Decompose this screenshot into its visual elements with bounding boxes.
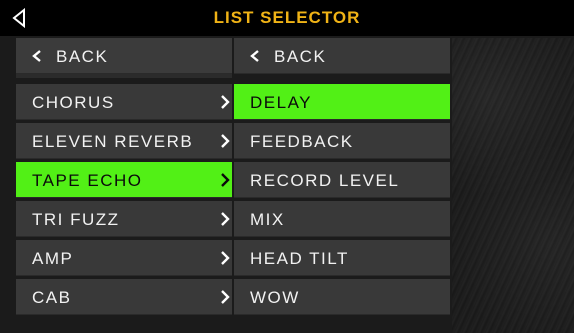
chevron-right-icon: [221, 173, 230, 187]
chevron-left-icon: [32, 50, 41, 62]
list-item-eleven-reverb[interactable]: ELEVEN REVERB: [16, 123, 232, 159]
list-selector-screen: LIST SELECTOR BACK CHORUS ELEVEN REVERB …: [0, 0, 574, 333]
list-item-chorus[interactable]: CHORUS: [16, 84, 232, 120]
list-item-wow[interactable]: WOW: [234, 279, 450, 315]
list-item-label: CAB: [32, 288, 72, 307]
list-item-label: MIX: [250, 210, 285, 229]
back-label: BACK: [274, 47, 327, 66]
chevron-right-icon: [221, 95, 230, 109]
list-item-delay[interactable]: DELAY: [234, 84, 450, 120]
list-item-tri-fuzz[interactable]: TRI FUZZ: [16, 201, 232, 237]
list-item-amp[interactable]: AMP: [16, 240, 232, 276]
list-item-tape-echo[interactable]: TAPE ECHO: [16, 162, 232, 198]
back-button[interactable]: BACK: [16, 38, 232, 74]
list-item-label: HEAD TILT: [250, 249, 349, 268]
list-item-label: AMP: [32, 249, 74, 268]
list-item-label: TRI FUZZ: [32, 210, 120, 229]
chevron-right-icon: [221, 251, 230, 265]
list-item-feedback[interactable]: FEEDBACK: [234, 123, 450, 159]
chevron-left-icon: [250, 50, 259, 62]
back-label: BACK: [56, 47, 109, 66]
list-item-label: DELAY: [250, 93, 312, 112]
back-button[interactable]: BACK: [234, 38, 450, 74]
list-item-head-tilt[interactable]: HEAD TILT: [234, 240, 450, 276]
page-title: LIST SELECTOR: [213, 8, 361, 27]
divider: [16, 74, 232, 78]
chevron-right-icon: [221, 134, 230, 148]
header-bar: LIST SELECTOR: [0, 0, 574, 36]
list-item-label: FEEDBACK: [250, 132, 354, 151]
list-item-mix[interactable]: MIX: [234, 201, 450, 237]
list-item-record-level[interactable]: RECORD LEVEL: [234, 162, 450, 198]
list-item-label: ELEVEN REVERB: [32, 132, 194, 151]
list-item-label: WOW: [250, 288, 300, 307]
list-item-cab[interactable]: CAB: [16, 279, 232, 315]
chevron-right-icon: [221, 212, 230, 226]
list-item-label: RECORD LEVEL: [250, 171, 400, 190]
list-item-label: CHORUS: [32, 93, 115, 112]
list-item-label: TAPE ECHO: [32, 171, 143, 190]
background-texture: [452, 38, 574, 333]
chevron-right-icon: [221, 290, 230, 304]
